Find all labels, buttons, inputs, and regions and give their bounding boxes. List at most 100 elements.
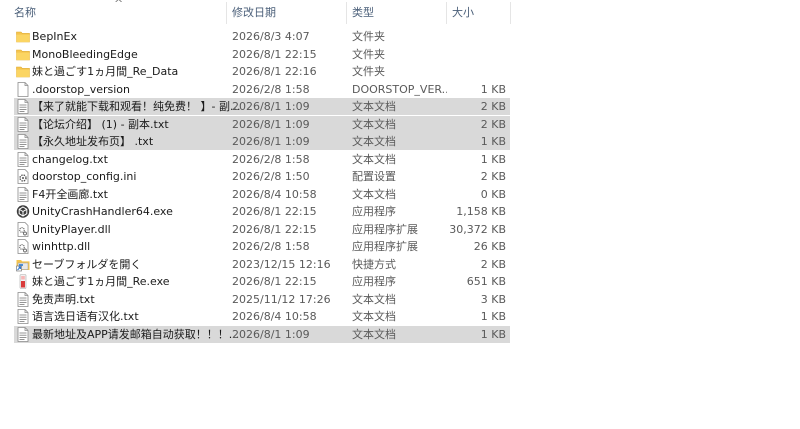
file-size: 30,372 KB: [449, 222, 506, 236]
file-row[interactable]: changelog.txt 2026/2/8 1:58 文本文档 1 KB: [14, 151, 510, 168]
file-modified-date: 2026/2/8 1:58: [232, 152, 310, 166]
file-type: 应用程序: [352, 275, 396, 288]
file-size: [444, 28, 506, 45]
file-row[interactable]: 【论坛介绍】 (1) - 副本.txt 2026/8/1 1:09 文本文档 2 KB: [14, 115, 510, 133]
file-row[interactable]: 【永久地址发布页】 .txt 2026/8/1 1:09 文本文档 1 KB: [14, 133, 510, 150]
column-header-size[interactable]: 大小: [452, 0, 508, 26]
file-size: 1 KB: [480, 152, 506, 166]
column-header-date[interactable]: 修改日期: [232, 0, 342, 26]
file-size: 1 KB: [480, 135, 506, 148]
file-row[interactable]: UnityPlayer.dll 2026/8/1 22:15 应用程序扩展 30,37…: [14, 221, 510, 238]
file-name: MonoBleedingEdge: [32, 47, 138, 61]
file-size: 1 KB: [480, 327, 506, 341]
file-type: 文本文档: [352, 100, 396, 113]
file-type: 文本文档: [352, 152, 396, 166]
file-type: DOORSTOP_VER...: [352, 82, 447, 96]
file-name: doorstop_config.ini: [32, 170, 137, 183]
shortcut-icon: [16, 257, 30, 272]
file-type: 快捷方式: [352, 257, 396, 271]
file-name: BepInEx: [32, 30, 77, 43]
file-type: 文本文档: [352, 310, 396, 323]
file-row[interactable]: .doorstop_version 2026/2/8 1:58 DOORSTOP_V…: [14, 81, 510, 98]
file-name: .doorstop_version: [32, 82, 131, 96]
file-row[interactable]: UnityCrashHandler64.exe 2026/8/1 22:15 应用程…: [14, 203, 510, 220]
file-size: 2 KB: [480, 257, 506, 271]
file-modified-date: 2026/8/3 4:07: [232, 30, 310, 43]
column-divider[interactable]: [510, 2, 511, 24]
file-size: 26 KB: [473, 240, 506, 253]
file-modified-date: 2026/8/1 22:15: [232, 275, 317, 288]
text-file-icon: [16, 151, 30, 167]
file-name: セーブフォルダを開く: [32, 257, 142, 271]
file-size: 651 KB: [466, 275, 506, 288]
file-type: 文件夹: [352, 65, 385, 78]
file-modified-date: 2026/8/1 1:09: [232, 100, 310, 113]
file-name: 【来了就能下载和观看！纯免费！ 】- 副...: [32, 100, 241, 113]
column-header-type[interactable]: 类型: [352, 0, 442, 26]
file-modified-date: 2026/8/4 10:58: [232, 187, 317, 201]
text-file-icon: [16, 186, 30, 202]
file-size: 1,158 KB: [456, 205, 506, 218]
file-modified-date: 2026/8/1 1:09: [232, 327, 310, 341]
file-modified-date: 2026/8/1 22:15: [232, 205, 317, 218]
file-type: 文本文档: [352, 187, 396, 201]
file-size: 0 KB: [480, 187, 506, 201]
file-name: UnityCrashHandler64.exe: [32, 205, 173, 218]
file-row[interactable]: 语言选日语有汉化.txt 2026/8/4 10:58 文本文档 1 KB: [14, 308, 510, 325]
file-modified-date: 2026/2/8 1:58: [232, 82, 310, 96]
file-row[interactable]: winhttp.dll 2026/2/8 1:58 应用程序扩展 26 KB: [14, 238, 510, 255]
file-row[interactable]: 【来了就能下载和观看！纯免费！ 】- 副... 2026/8/1 1:09 文本文档…: [14, 98, 510, 115]
text-file-icon: [16, 291, 30, 307]
file-row[interactable]: 妹と過ごす1ヵ月間_Re.exe 2026/8/1 22:15 应用程序 651 KB: [14, 273, 510, 290]
config-file-icon: [16, 169, 30, 184]
file-size: [444, 63, 506, 80]
file-name: F4开全画廊.txt: [32, 187, 108, 201]
file-type: 应用程序扩展: [352, 240, 418, 253]
file-row[interactable]: 最新地址及APP请发邮箱自动获取！！！... 2026/8/1 1:09 文本文档 1…: [14, 325, 510, 343]
text-file-icon: [16, 326, 30, 342]
file-row[interactable]: MonoBleedingEdge 2026/8/1 22:15 文件夹: [14, 46, 510, 63]
text-file-icon: [16, 116, 30, 132]
file-size: [444, 46, 506, 63]
file-name: 【论坛介绍】 (1) - 副本.txt: [32, 117, 169, 131]
column-header-name[interactable]: 名称: [14, 0, 214, 26]
file-row[interactable]: セーブフォルダを開く 2023/12/15 12:16 快捷方式 2 KB: [14, 256, 510, 273]
dll-file-icon: [16, 239, 30, 254]
file-name: 妹と過ごす1ヵ月間_Re.exe: [32, 275, 170, 288]
column-divider[interactable]: [226, 2, 227, 24]
file-type: 文本文档: [352, 327, 396, 341]
column-divider[interactable]: [446, 2, 447, 24]
file-type: 配置设置: [352, 170, 396, 183]
file-name: 免责声明.txt: [32, 292, 95, 306]
file-modified-date: 2025/11/12 17:26: [232, 292, 331, 306]
folder-icon: [16, 47, 30, 62]
file-name: changelog.txt: [32, 152, 108, 166]
file-row[interactable]: 免责声明.txt 2025/11/12 17:26 文本文档 3 KB: [14, 291, 510, 308]
unity-exe-icon: [16, 204, 30, 219]
file-modified-date: 2026/8/1 1:09: [232, 117, 310, 131]
column-divider[interactable]: [346, 2, 347, 24]
file-size: 2 KB: [480, 100, 506, 113]
file-modified-date: 2026/8/1 1:09: [232, 135, 310, 148]
file-row[interactable]: F4开全画廊.txt 2026/8/4 10:58 文本文档 0 KB: [14, 186, 510, 203]
file-row[interactable]: 妹と過ごす1ヵ月間_Re_Data 2026/8/1 22:16 文件夹: [14, 63, 510, 80]
file-modified-date: 2026/2/8 1:58: [232, 240, 310, 253]
file-type: 文本文档: [352, 117, 396, 131]
file-size: 3 KB: [480, 292, 506, 306]
file-type: 文件夹: [352, 30, 385, 43]
file-modified-date: 2026/8/1 22:15: [232, 222, 317, 236]
file-type: 应用程序扩展: [352, 222, 418, 236]
text-file-icon: [16, 309, 30, 324]
dll-file-icon: [16, 221, 30, 237]
file-row[interactable]: BepInEx 2026/8/3 4:07 文件夹: [14, 28, 510, 45]
file-name: 【永久地址发布页】 .txt: [32, 135, 154, 148]
file-size: 2 KB: [480, 170, 506, 183]
file-name: 语言选日语有汉化.txt: [32, 310, 139, 323]
column-header-row: ^ 名称 修改日期 类型 大小: [0, 0, 511, 26]
file-modified-date: 2026/8/4 10:58: [232, 310, 317, 323]
game-exe-icon: [16, 274, 30, 289]
file-modified-date: 2026/8/1 22:16: [232, 65, 317, 78]
file-modified-date: 2026/8/1 22:15: [232, 47, 317, 61]
file-name: winhttp.dll: [32, 240, 91, 253]
file-row[interactable]: doorstop_config.ini 2026/2/8 1:50 配置设置 2 KB: [14, 168, 510, 185]
